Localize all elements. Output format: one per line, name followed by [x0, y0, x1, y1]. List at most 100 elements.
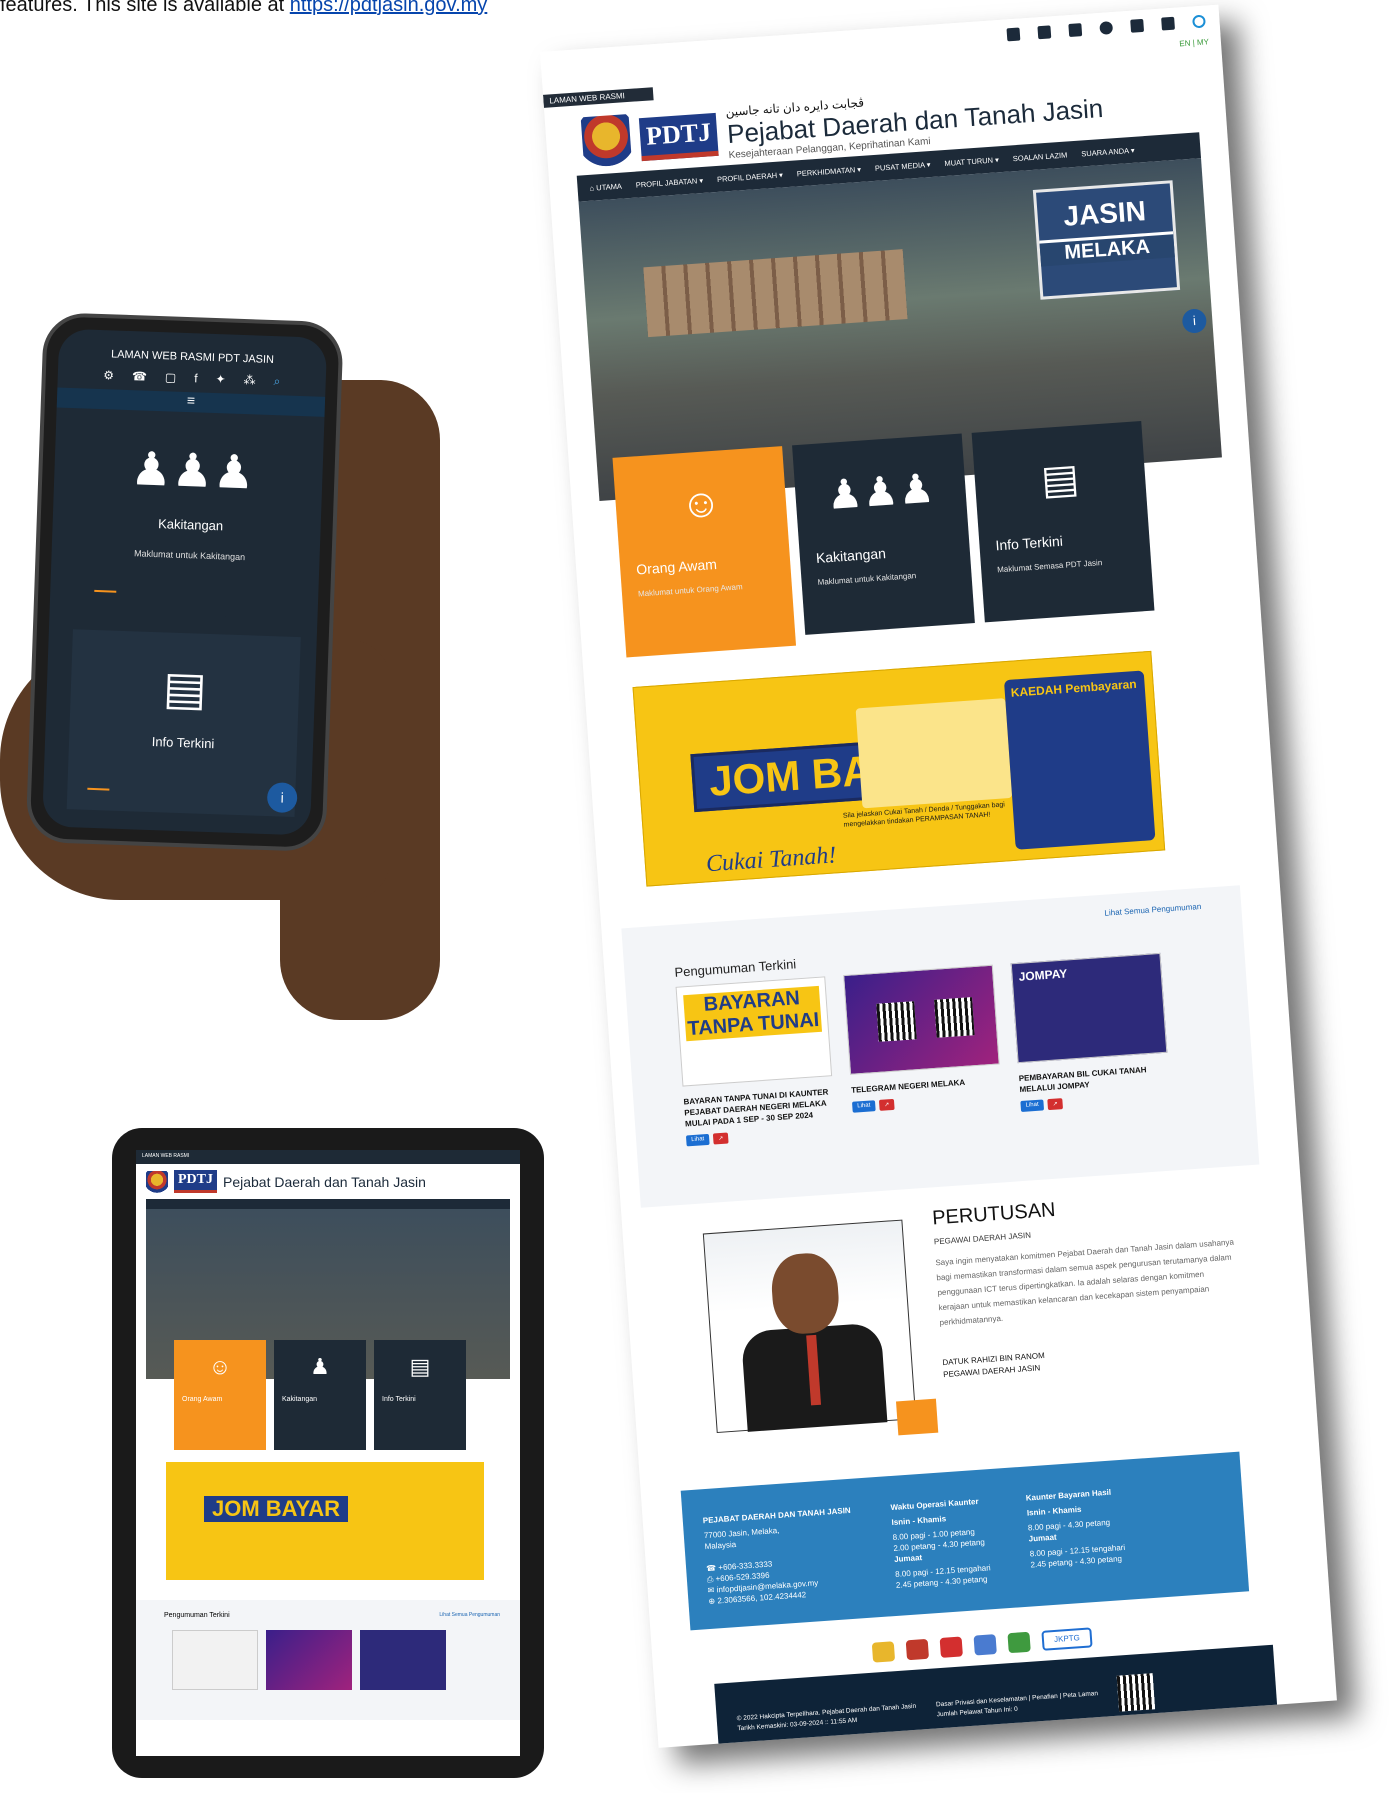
perutusan-body: Saya ingin menyatakan komitmen Pejabat D…: [935, 1237, 1235, 1328]
tablet-view-all[interactable]: Lihat Semua Pengumuman: [439, 1612, 500, 1618]
tablet-thumb[interactable]: [360, 1630, 446, 1690]
search-icon[interactable]: [1192, 14, 1206, 28]
announcement-thumb[interactable]: BAYARAN TANPA TUNAI: [675, 976, 833, 1087]
announcement-thumb[interactable]: [843, 964, 1000, 1075]
news-icon: ▤: [162, 661, 208, 715]
facebook-icon[interactable]: [1099, 20, 1114, 35]
agency-logo-icon[interactable]: [1007, 1631, 1031, 1654]
search-icon[interactable]: ⌕: [273, 374, 280, 389]
nav-muat-turun[interactable]: MUAT TURUN ▾: [944, 155, 999, 168]
staff-icon: ♟♟♟: [825, 466, 936, 519]
tablet-banner[interactable]: JOM BAYAR: [166, 1462, 484, 1580]
officer-photo: [702, 1219, 939, 1436]
nav-profil-daerah[interactable]: PROFIL DAERAH ▾: [717, 170, 783, 184]
card-desc: Maklumat untuk Orang Awam: [637, 582, 743, 599]
announcement-title[interactable]: PEMBAYARAN BIL CUKAI TANAH MELALUI JOMPA…: [1018, 1063, 1169, 1095]
banner-illustration: [855, 698, 1013, 809]
card-title: Info Terkini: [151, 734, 215, 752]
announcement-title[interactable]: BAYARAN TANPA TUNAI DI KAUNTER PEJABAT D…: [683, 1086, 835, 1129]
jasin-sign: JASIN MELAKA: [1032, 180, 1181, 300]
card-title: Kakitangan: [157, 516, 224, 534]
news-icon: ▤: [1039, 456, 1081, 504]
twitter-icon[interactable]: ✦: [215, 372, 226, 387]
sitemap-icon[interactable]: ⁂: [243, 373, 255, 388]
nav-home[interactable]: ⌂ UTAMA: [589, 181, 622, 192]
card-title: Kakitangan: [815, 545, 887, 566]
chat-icon[interactable]: ▢: [165, 370, 177, 385]
accent-block: [896, 1398, 939, 1436]
caption: features. This site is available at http…: [0, 0, 487, 16]
view-button[interactable]: Lihat: [685, 1133, 710, 1147]
footer-contact: PEJABAT DAERAH DAN TANAH JASIN 77000 Jas…: [680, 1451, 1250, 1631]
nav-suara-anda[interactable]: SUARA ANDA ▾: [1081, 145, 1135, 158]
view-button[interactable]: Lihat: [851, 1100, 876, 1113]
footer-address: PEJABAT DAERAH DAN TANAH JASIN 77000 Jas…: [702, 1505, 856, 1606]
tablet-card[interactable]: ▤ Info Terkini: [374, 1340, 466, 1450]
phone-icon[interactable]: [1037, 24, 1052, 39]
tablet-ann-heading: Pengumuman Terkini: [164, 1612, 230, 1619]
sitemap-icon[interactable]: [1161, 16, 1175, 31]
tablet-thumb[interactable]: [172, 1630, 258, 1690]
pdtj-logo: PDTJ: [174, 1170, 217, 1193]
phone-official-label: LAMAN WEB RASMI PDT JASIN: [110, 348, 275, 367]
melaka-crest-icon: [580, 113, 633, 170]
view-all-link[interactable]: Lihat Semua Pengumuman: [1104, 902, 1201, 918]
tablet-mockup: LAMAN WEB RASMI PDTJ Pejabat Daerah dan …: [112, 1128, 544, 1778]
external-link-icon[interactable]: ↗: [1047, 1098, 1064, 1111]
nav-perkhidmatan[interactable]: PERKHIDMATAN ▾: [796, 164, 861, 177]
tablet-brand[interactable]: PDTJ Pejabat Daerah dan Tanah Jasin: [136, 1164, 520, 1199]
card-title: Orang Awam: [635, 555, 718, 578]
jkptg-logo[interactable]: JKPTG: [1041, 1627, 1093, 1651]
external-link-icon[interactable]: ↗: [712, 1132, 729, 1145]
chat-icon[interactable]: [1068, 22, 1083, 37]
phone-icon[interactable]: ☎: [132, 369, 147, 385]
info-button[interactable]: i: [1181, 308, 1208, 334]
qr-code: [876, 1001, 917, 1042]
nav-pusat-media[interactable]: PUSAT MEDIA ▾: [875, 160, 931, 173]
melaka-crest-icon[interactable]: [905, 1638, 930, 1661]
tablet-nav[interactable]: [146, 1199, 510, 1209]
pdtj-logo: PDTJ: [638, 112, 719, 161]
tablet-jom: JOM BAYAR: [204, 1496, 348, 1522]
desktop-page: EN | MY LAMAN WEB RASMI PDTJ ڤجابت دايره…: [540, 4, 1337, 1748]
site-link[interactable]: https://pdtjasin.gov.my: [290, 0, 488, 16]
announcement-item[interactable]: TELEGRAM NEGERI MELAKA Lihat ↗: [843, 964, 1004, 1135]
phone-card-info[interactable]: ▤ Info Terkini: [66, 629, 301, 818]
card-title: Info Terkini: [994, 532, 1064, 554]
gear-icon[interactable]: [1006, 26, 1021, 41]
card-info-terkini[interactable]: ▤ Info Terkini Maklumat Semasa PDT Jasin: [971, 420, 1155, 623]
phone-card-kakitangan[interactable]: ♟♟♟ Kakitangan Maklumat untuk Kakitangan: [73, 411, 309, 620]
tablet-card[interactable]: ♟ Kakitangan: [274, 1340, 366, 1450]
tablet-thumbs: [172, 1630, 446, 1690]
twitter-icon[interactable]: [1130, 18, 1145, 33]
announcement-thumb[interactable]: JOMPAY: [1010, 952, 1168, 1064]
tablet-card[interactable]: ☺ Orang Awam: [174, 1340, 266, 1450]
nav-soalan-lazim[interactable]: SOALAN LAZIM: [1013, 150, 1068, 163]
announcement-item[interactable]: JOMPAY PEMBAYARAN BIL CUKAI TANAH MELALU…: [1010, 952, 1172, 1123]
tablet-announcements: Pengumuman Terkini Lihat Semua Pengumuma…: [136, 1600, 520, 1720]
phone-frame: LAMAN WEB RASMI PDT JASIN ⚙ ☎ ▢ f ✦ ⁂ ⌕ …: [25, 312, 344, 853]
tablet-thumb[interactable]: [266, 1630, 352, 1690]
tablet-cards: ☺ Orang Awam ♟ Kakitangan ▤ Info Terkini: [174, 1340, 466, 1450]
gear-icon[interactable]: ⚙: [103, 368, 114, 383]
nav-profil-jabatan[interactable]: PROFIL JABATAN ▾: [636, 175, 704, 189]
announcements-heading: Pengumuman Terkini: [674, 956, 797, 980]
public-users-icon: ☺: [208, 1354, 232, 1379]
qr-code: [934, 997, 975, 1038]
phone-utility-icons: ⚙ ☎ ▢ f ✦ ⁂ ⌕: [58, 367, 326, 391]
facebook-icon[interactable]: f: [194, 371, 198, 386]
external-link-icon[interactable]: ↗: [878, 1098, 895, 1111]
partner-logos: JKPTG: [871, 1627, 1093, 1663]
announcement-item[interactable]: BAYARAN TANPA TUNAI BAYARAN TANPA TUNAI …: [675, 976, 837, 1147]
phone-screen: LAMAN WEB RASMI PDT JASIN ⚙ ☎ ▢ f ✦ ⁂ ⌕ …: [42, 328, 328, 836]
hrmis-logo-icon[interactable]: [973, 1634, 997, 1656]
jpa-logo-icon[interactable]: [939, 1636, 963, 1658]
card-orang-awam[interactable]: ☺ Orang Awam Maklumat untuk Orang Awam: [612, 446, 797, 658]
jom-bayar-banner[interactable]: JOM BAYAR Cukai Tanah! Sila jelaskan Cuk…: [632, 650, 1166, 887]
signature: DATUK RAHIZI BIN RANOM PEGAWAI DAERAH JAS…: [942, 1350, 1045, 1380]
tablet-topbar: LAMAN WEB RASMI: [136, 1150, 520, 1164]
malaysia-crest-icon[interactable]: [871, 1641, 896, 1663]
view-button[interactable]: Lihat: [1020, 1099, 1045, 1113]
card-kakitangan[interactable]: ♟♟♟ Kakitangan Maklumat untuk Kakitangan: [792, 433, 975, 635]
staff-icon: ♟♟♟: [129, 442, 256, 499]
